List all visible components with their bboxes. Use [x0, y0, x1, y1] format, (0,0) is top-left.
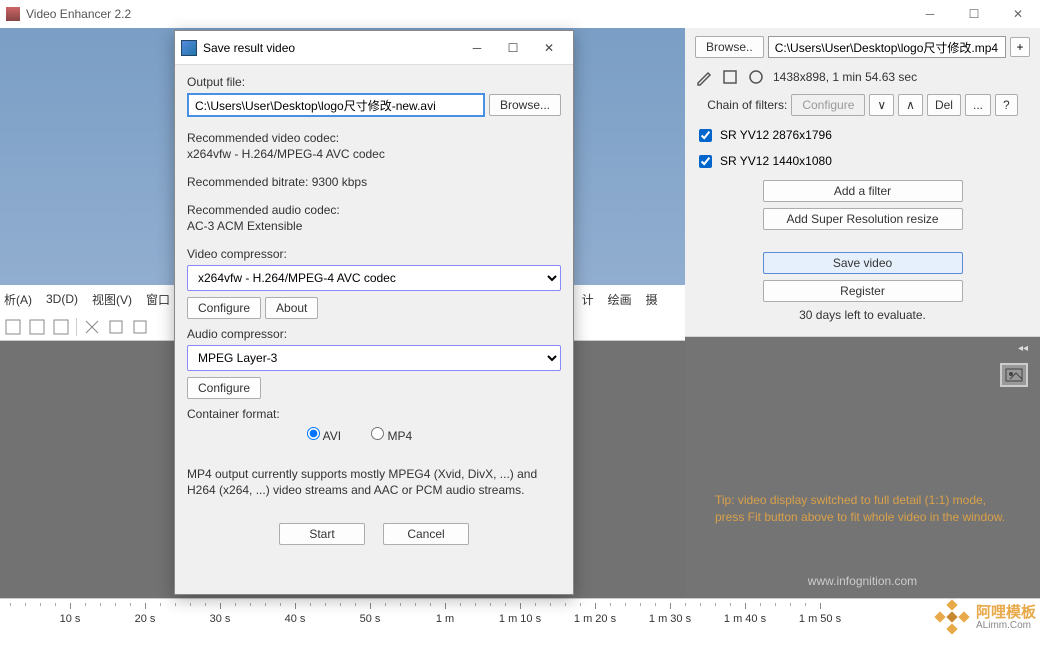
dialog-minimize-button[interactable]: ─	[459, 34, 495, 62]
add-file-button[interactable]: +	[1010, 37, 1030, 57]
audio-compressor-select[interactable]: MPEG Layer-3	[187, 345, 561, 371]
filter-1-checkbox[interactable]	[699, 129, 712, 142]
timeline-label: 50 s	[360, 613, 381, 625]
move-down-button[interactable]: ∨	[869, 94, 894, 116]
dialog-maximize-button[interactable]: ☐	[495, 34, 531, 62]
timeline-label: 40 s	[285, 613, 306, 625]
app-title: Video Enhancer 2.2	[26, 7, 908, 21]
rec-acodec-label: Recommended audio codec:	[187, 203, 561, 217]
rec-vcodec-label: Recommended video codec:	[187, 131, 561, 145]
app-logo-icon	[6, 7, 20, 21]
chain-label: Chain of filters:	[707, 98, 787, 112]
more-button[interactable]: ...	[965, 94, 991, 116]
vcomp-configure-button[interactable]: Configure	[187, 297, 261, 319]
filter-2-label: SR YV12 1440x1080	[720, 154, 832, 168]
timeline-label: 20 s	[135, 613, 156, 625]
video-info: 1438x898, 1 min 54.63 sec	[773, 70, 917, 84]
cancel-button[interactable]: Cancel	[383, 523, 469, 545]
video-compressor-select[interactable]: x264vfw - H.264/MPEG-4 AVC codec	[187, 265, 561, 291]
cn-icon-2[interactable]: 绘画	[608, 291, 632, 308]
mp4-note-1: MP4 output currently supports mostly MPE…	[187, 467, 561, 481]
save-video-button[interactable]: Save video	[763, 252, 963, 274]
output-file-input[interactable]	[187, 93, 485, 117]
add-filter-button[interactable]: Add a filter	[763, 180, 963, 202]
timeline-label: 1 m 30 s	[649, 613, 691, 625]
move-up-button[interactable]: ∧	[898, 94, 923, 116]
maximize-button[interactable]: ☐	[952, 0, 996, 28]
register-button[interactable]: Register	[763, 280, 963, 302]
format-avi-radio[interactable]: AVI	[307, 427, 341, 443]
titlebar: Video Enhancer 2.2 ─ ☐ ✕	[0, 0, 1040, 28]
dialog-icon	[181, 40, 197, 56]
tip-text: Tip: video display switched to full deta…	[715, 492, 1010, 526]
cn-icon-1[interactable]: 计	[582, 291, 594, 308]
timeline[interactable]: 10 s 20 s 30 s 40 s 50 s 1 m 1 m 10 s 1 m 20 s 1…	[0, 598, 1040, 649]
timeline-label: 1 m 20 s	[574, 613, 616, 625]
output-file-label: Output file:	[187, 75, 561, 89]
timeline-label: 30 s	[210, 613, 231, 625]
pencil-icon[interactable]	[695, 68, 713, 86]
timeline-label: 1 m 10 s	[499, 613, 541, 625]
output-browse-button[interactable]: Browse...	[489, 94, 561, 116]
square-icon[interactable]	[721, 68, 739, 86]
tool-icon[interactable]	[107, 318, 125, 336]
tool-icon[interactable]	[131, 318, 149, 336]
preview-dark-panel: ◂◂ Tip: video display switched to full d…	[685, 337, 1040, 598]
acomp-configure-button[interactable]: Configure	[187, 377, 261, 399]
close-button[interactable]: ✕	[996, 0, 1040, 28]
filter-row[interactable]: SR YV12 2876x1796	[695, 122, 1030, 148]
preview-thumbnail-icon[interactable]	[1000, 363, 1028, 387]
mp4-note-2: H264 (x264, ...) video streams and AAC o…	[187, 483, 561, 497]
container-format-label: Container format:	[187, 407, 561, 421]
timeline-label: 1 m	[436, 613, 454, 625]
filter-2-checkbox[interactable]	[699, 155, 712, 168]
cn-icon-3[interactable]: 摄	[646, 291, 658, 308]
footer-link[interactable]: www.infognition.com	[685, 574, 1040, 588]
format-mp4-radio[interactable]: MP4	[371, 427, 412, 443]
menu-analyze[interactable]: 析(A)	[4, 291, 32, 308]
watermark-logo-icon	[936, 601, 970, 635]
dialog-title: Save result video	[203, 41, 459, 55]
menu-3d[interactable]: 3D(D)	[46, 292, 78, 306]
rec-acodec-value: AC-3 ACM Extensible	[187, 219, 561, 233]
watermark-title: 阿哩模板	[976, 605, 1036, 620]
timeline-label: 10 s	[60, 613, 81, 625]
rec-bitrate: Recommended bitrate: 9300 kbps	[187, 175, 561, 189]
audio-compressor-label: Audio compressor:	[187, 327, 561, 341]
menu-window[interactable]: 窗口	[146, 291, 170, 308]
timeline-label: 1 m 40 s	[724, 613, 766, 625]
chain-configure-button[interactable]: Configure	[791, 94, 865, 116]
circle-icon[interactable]	[747, 68, 765, 86]
browse-button[interactable]: Browse..	[695, 36, 764, 58]
tool-icon[interactable]	[52, 318, 70, 336]
tool-icon[interactable]	[28, 318, 46, 336]
collapse-icon[interactable]: ◂◂	[1018, 343, 1028, 354]
watermark: 阿哩模板 ALimm.Com	[936, 601, 1036, 635]
timeline-label: 1 m 50 s	[799, 613, 841, 625]
menu-view[interactable]: 视图(V)	[92, 291, 132, 308]
minimize-button[interactable]: ─	[908, 0, 952, 28]
add-super-resolution-button[interactable]: Add Super Resolution resize	[763, 208, 963, 230]
video-compressor-label: Video compressor:	[187, 247, 561, 261]
dialog-close-button[interactable]: ✕	[531, 34, 567, 62]
trial-text: 30 days left to evaluate.	[695, 308, 1030, 322]
rec-vcodec-value: x264vfw - H.264/MPEG-4 AVC codec	[187, 147, 561, 161]
file-path-input[interactable]	[768, 36, 1006, 58]
filter-row[interactable]: SR YV12 1440x1080	[695, 148, 1030, 174]
vcomp-about-button[interactable]: About	[265, 297, 318, 319]
delete-filter-button[interactable]: Del	[927, 94, 961, 116]
filter-1-label: SR YV12 2876x1796	[720, 128, 832, 142]
watermark-sub: ALimm.Com	[976, 620, 1036, 631]
help-button[interactable]: ?	[995, 94, 1018, 116]
save-dialog: Save result video ─ ☐ ✕ Output file: Bro…	[174, 30, 574, 595]
start-button[interactable]: Start	[279, 523, 365, 545]
tool-icon[interactable]	[83, 318, 101, 336]
side-panel: Browse.. + 1438x898, 1 min 54.63 sec Cha…	[685, 28, 1040, 598]
tool-icon[interactable]	[4, 318, 22, 336]
